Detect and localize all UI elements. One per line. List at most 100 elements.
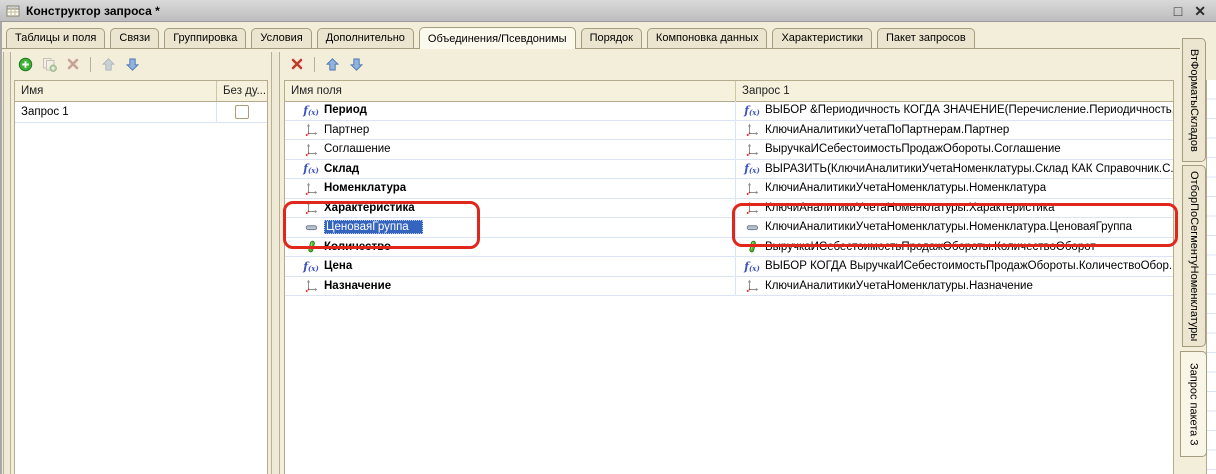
delete-button[interactable] [64, 55, 82, 73]
move-up-button[interactable] [323, 55, 341, 73]
toolbar-separator [314, 57, 315, 72]
field-row[interactable]: ЦеноваяГруппа КлючиАналитикиУчетаНоменкла… [285, 218, 1173, 238]
field-icon [305, 182, 318, 195]
field-name: Количество [324, 241, 391, 253]
field-row[interactable]: Партнер КлючиАналитикиУчетаПоПартнерам.Па… [285, 121, 1173, 141]
left-collapsed-splitter[interactable] [3, 52, 11, 474]
tab-links[interactable]: Связи [110, 28, 159, 48]
move-down-button[interactable] [347, 55, 365, 73]
toolbar-separator [90, 57, 91, 72]
move-up-button[interactable] [99, 55, 117, 73]
field-expression-cell: КлючиАналитикиУчетаНоменклатуры.Назначен… [735, 277, 1173, 296]
tab-tables-and-fields[interactable]: Таблицы и поля [6, 28, 105, 48]
field-expression-cell: f(x)ВЫБОР КОГДА ВыручкаИСебестоимостьПро… [735, 257, 1173, 276]
side-tab-zapros-paketa-3[interactable]: Запрос пакета 3 [1180, 351, 1207, 457]
delete-icon [290, 57, 304, 71]
column-header-field-name: Имя поля [285, 81, 735, 101]
field-icon [746, 143, 759, 156]
tab-unions-aliases[interactable]: Объединения/Псевдонимы [419, 27, 576, 49]
side-tab-otbor-po-segmentu-nomenklatury[interactable]: ОтборПоСегментуНоменклатуры [1182, 165, 1206, 347]
fx-icon: f(x) [303, 105, 319, 116]
field-name: Номенклатура [324, 182, 406, 194]
fx-icon: f(x) [303, 261, 319, 272]
distinct-checkbox[interactable] [235, 105, 249, 119]
field-name-cell: ЦеноваяГруппа [285, 218, 735, 237]
field-icon [305, 123, 318, 136]
close-button[interactable]: ✕ [1194, 4, 1206, 18]
field-row[interactable]: f(x) Цена f(x)ВЫБОР КОГДА ВыручкаИСебестои… [285, 257, 1173, 277]
field-expression-cell: КлючиАналитикиУчетаНоменклатуры.Характер… [735, 199, 1173, 218]
measure-icon [305, 240, 318, 253]
field-icon [746, 182, 759, 195]
field-expression-cell: f(x) ВЫБОР &Периодичность КОГДА ЗНАЧЕНИЕ(… [735, 101, 1173, 120]
measure-icon [746, 240, 759, 253]
query-builder-icon [6, 4, 20, 18]
minus-icon [305, 221, 318, 234]
field-icon [746, 123, 759, 136]
field-name: Цена [324, 260, 352, 272]
field-expression: КлючиАналитикиУчетаНоменклатуры.Назначен… [765, 280, 1033, 292]
field-icon [746, 201, 759, 214]
delete-icon [66, 57, 80, 71]
delete-button[interactable] [288, 55, 306, 73]
field-name-cell: f(x) Цена [285, 257, 735, 276]
field-row[interactable]: Номенклатура КлючиАналитикиУчетаНоменклат… [285, 179, 1173, 199]
maximize-button[interactable]: □ [1174, 4, 1182, 18]
side-tab-vt-formaty-skladov[interactable]: ВтФорматыСкладов [1182, 38, 1206, 162]
field-row[interactable]: f(x)Складf(x)ВЫРАЗИТЬ(КлючиАналитикиУчет… [285, 160, 1173, 180]
field-name: ЦеноваяГруппа [324, 220, 423, 234]
field-name-cell: Назначение [285, 277, 735, 296]
query-name: Запрос 1 [15, 102, 216, 122]
field-name-cell: f(x)Склад [285, 160, 735, 179]
fx-icon: f(x) [303, 163, 319, 174]
tab-conditions[interactable]: Условия [251, 28, 311, 48]
panel-splitter[interactable] [271, 52, 280, 474]
tab-data-composition[interactable]: Компоновка данных [647, 28, 768, 48]
field-expression: ВыручкаИСебестоимостьПродажОбороты.Колич… [765, 241, 1096, 253]
field-expression-cell: КлючиАналитикиУчетаНоменклатуры.Номенкла… [735, 179, 1173, 198]
tab-additional[interactable]: Дополнительно [317, 28, 414, 48]
tab-order[interactable]: Порядок [581, 28, 642, 48]
move-down-button[interactable] [123, 55, 141, 73]
field-icon [305, 279, 318, 292]
tab-content-divider [2, 48, 1180, 49]
field-expression-cell: ВыручкаИСебестоимостьПродажОбороты.Согла… [735, 140, 1173, 159]
field-icon [305, 201, 318, 214]
column-header-name: Имя [15, 81, 216, 101]
tab-query-batch[interactable]: Пакет запросов [877, 28, 975, 48]
field-name: Период [324, 104, 367, 116]
column-header-query1: Запрос 1 [735, 81, 1173, 101]
background-table-sliver [1206, 80, 1216, 474]
field-row[interactable]: Назначение КлючиАналитикиУчетаНоменклатур… [285, 277, 1173, 297]
field-expression: ВЫБОР &Периодичность КОГДА ЗНАЧЕНИЕ(Пере… [765, 104, 1173, 116]
query-row[interactable]: Запрос 1 [15, 102, 267, 123]
field-expression-cell: КлючиАналитикиУчетаПоПартнерам.Партнер [735, 121, 1173, 140]
fields-table-body: f(x) Период f(x) ВЫБОР &Периодичность КОГДА… [285, 101, 1173, 296]
arrow-up-icon [325, 57, 340, 72]
field-row[interactable]: f(x) Период f(x) ВЫБОР &Периодичность КОГДА… [285, 101, 1173, 121]
tab-characteristics[interactable]: Характеристики [772, 28, 872, 48]
add-copy-button[interactable] [40, 55, 58, 73]
fx-icon: f(x) [744, 163, 760, 174]
field-row[interactable]: СоглашениеВыручкаИСебестоимостьПродажОбо… [285, 140, 1173, 160]
field-expression: ВЫБОР КОГДА ВыручкаИСебестоимостьПродажО… [765, 260, 1173, 272]
tab-grouping[interactable]: Группировка [164, 28, 246, 48]
add-button[interactable] [16, 55, 34, 73]
query-list-header: Имя Без ду... [15, 81, 267, 102]
arrow-down-icon [125, 57, 140, 72]
field-name: Характеристика [324, 202, 415, 214]
field-expression: КлючиАналитикиУчетаНоменклатуры.Характер… [765, 202, 1054, 214]
window-title: Конструктор запроса * [26, 4, 160, 18]
query-list-toolbar [16, 52, 141, 76]
field-name: Партнер [324, 124, 369, 136]
fx-icon: f(x) [744, 105, 760, 116]
distinct-cell [216, 102, 267, 122]
field-row[interactable]: Количество ВыручкаИСебестоимостьПродажОбо… [285, 238, 1173, 258]
field-expression: ВЫРАЗИТЬ(КлючиАналитикиУчетаНоменклатуры… [765, 163, 1173, 175]
field-expression: КлючиАналитикиУчетаНоменклатуры.Номенкла… [765, 221, 1132, 233]
arrow-up-icon [101, 57, 116, 72]
field-row[interactable]: Характеристика КлючиАналитикиУчетаНоменкл… [285, 199, 1173, 219]
field-name-cell: Номенклатура [285, 179, 735, 198]
field-icon [746, 279, 759, 292]
fields-toolbar [288, 52, 365, 76]
